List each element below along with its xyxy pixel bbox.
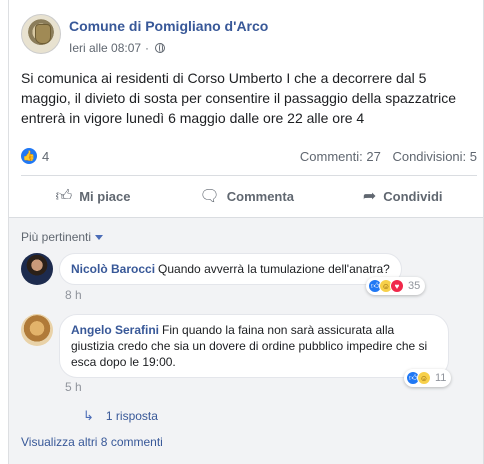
- comment-bubble: Angelo Serafini Fin quando la faina non s…: [59, 314, 449, 378]
- filter-label: Più pertinenti: [21, 230, 92, 244]
- likes-summary[interactable]: 👍 4: [21, 148, 49, 164]
- comment-time[interactable]: 8 h: [65, 288, 82, 302]
- separator-dot: ·: [145, 41, 150, 55]
- haha-reaction-icon: ☺: [417, 371, 431, 385]
- comment-item: Angelo Serafini Fin quando la faina non s…: [21, 314, 465, 378]
- post-subline: Ieri alle 08:07 ·: [69, 41, 268, 55]
- comment-author[interactable]: Nicolò Barocci: [71, 262, 155, 276]
- page-avatar[interactable]: [21, 14, 61, 54]
- replies-label: 1 risposta: [105, 409, 158, 423]
- facebook-post: Comune di Pomigliano d'Arco Ieri alle 08…: [8, 0, 484, 464]
- speech-bubble-icon: 🗨︎: [199, 188, 220, 205]
- post-header: Comune di Pomigliano d'Arco Ieri alle 08…: [21, 14, 268, 58]
- avatar[interactable]: [21, 253, 53, 285]
- avatar[interactable]: [21, 314, 53, 346]
- comments-count-link[interactable]: Commenti: 27: [300, 149, 381, 164]
- comment-time[interactable]: 5 h: [65, 380, 82, 394]
- comment-bubble: Nicolò Barocci Quando avverrà la tumulazi…: [59, 253, 402, 285]
- reaction-count: 11: [435, 372, 447, 384]
- post-text: Si comunica ai residenti di Corso Umbert…: [21, 70, 457, 126]
- comment-item: Nicolò Barocci Quando avverrà la tumulazi…: [21, 253, 402, 285]
- thumbs-up-outline-icon: 👍︎: [55, 187, 73, 205]
- likes-count: 4: [42, 148, 50, 164]
- comment-author[interactable]: Angelo Serafini: [71, 323, 159, 337]
- view-replies-link[interactable]: ↳ 1 risposta: [83, 408, 158, 424]
- comments-section: Più pertinenti Nicolò Barocci Quando avve…: [9, 217, 483, 464]
- shares-count-link[interactable]: Condivisioni: 5: [392, 149, 477, 164]
- love-reaction-icon: ♥: [390, 279, 404, 293]
- share-arrow-icon: ➦: [362, 188, 377, 205]
- like-label: Mi piace: [79, 188, 131, 204]
- view-more-comments-link[interactable]: Visualizza altri 8 commenti: [21, 435, 163, 449]
- globe-icon: [155, 43, 166, 53]
- comment-button[interactable]: 🗨︎ Commenta: [199, 186, 294, 206]
- post-actions: 👍︎ Mi piace 🗨︎ Commenta ➦ Condividi: [21, 176, 477, 216]
- comment-label: Commenta: [226, 188, 294, 204]
- reply-arrow-icon: ↳: [83, 408, 94, 423]
- like-button[interactable]: 👍︎ Mi piace: [55, 187, 130, 206]
- reaction-count: 35: [408, 280, 421, 292]
- thumbs-up-icon: 👍: [21, 148, 37, 164]
- comment-text: Quando avverrà la tumulazione dell'anatr…: [158, 262, 390, 276]
- comment-reactions[interactable]: 👍︎ ☺ ♥ 35: [366, 277, 426, 295]
- comment-filter-dropdown[interactable]: Più pertinenti: [21, 230, 104, 244]
- post-timestamp[interactable]: Ieri alle 08:07: [69, 41, 141, 55]
- page-name-link[interactable]: Comune di Pomigliano d'Arco: [69, 18, 268, 34]
- caret-down-icon: [95, 234, 104, 240]
- share-label: Condividi: [383, 188, 443, 204]
- share-button[interactable]: ➦ Condividi: [363, 186, 443, 206]
- post-meta: Comune di Pomigliano d'Arco Ieri alle 08…: [69, 14, 268, 58]
- post-stats: 👍 4 Commenti: 27 Condivisioni: 5: [21, 146, 477, 166]
- engagement-counts: Commenti: 27 Condivisioni: 5: [292, 149, 477, 164]
- comment-reactions[interactable]: 👍︎ ☺ 11: [404, 369, 452, 387]
